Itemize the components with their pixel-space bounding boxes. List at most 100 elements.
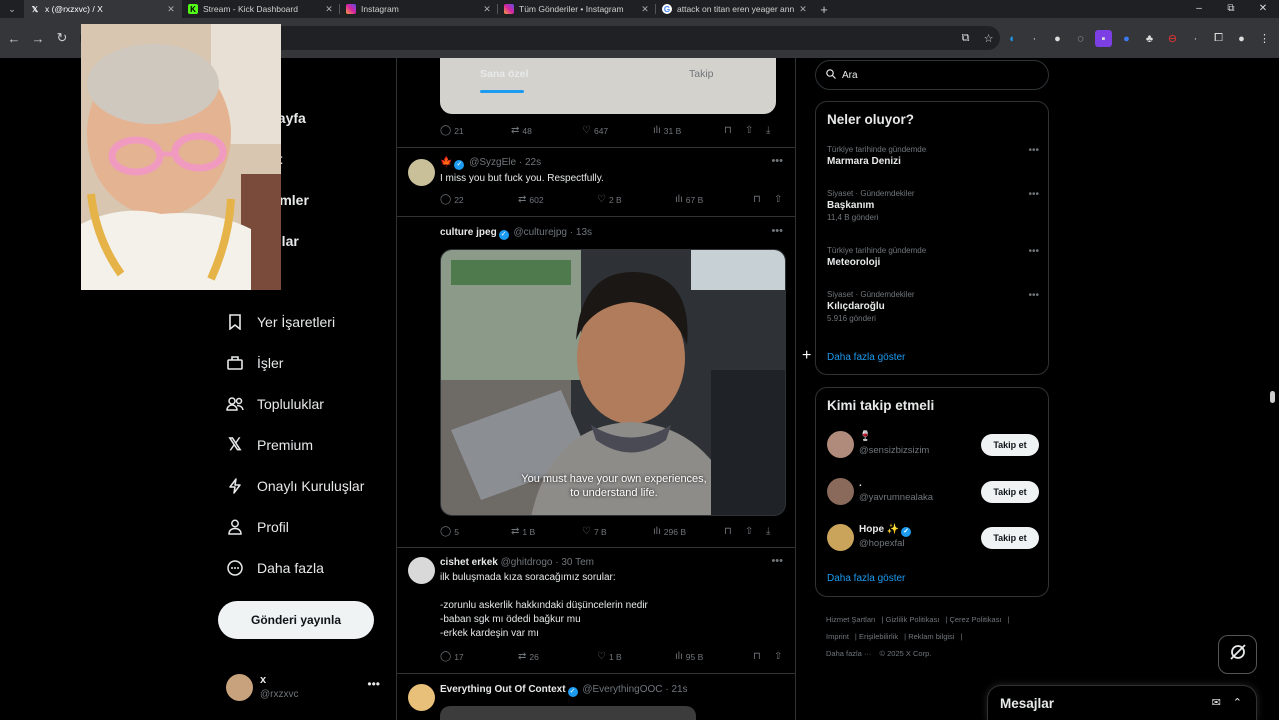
- bookmark-button[interactable]: ⊓: [724, 125, 732, 136]
- tweet[interactable]: 🍁 ✓ @SyzgEle · 22s ••• I miss you but fuc…: [397, 148, 795, 217]
- install-app-icon[interactable]: ⧉: [957, 30, 974, 47]
- extension-blue-icon[interactable]: ●: [1118, 30, 1135, 47]
- new-tab-button[interactable]: +: [814, 2, 834, 17]
- page-scrollbar[interactable]: [1270, 391, 1275, 403]
- extensions-puzzle-icon[interactable]: ⧠: [1210, 30, 1227, 47]
- repost-button[interactable]: ⇄ 26: [518, 651, 539, 662]
- extension-purple-icon[interactable]: ▪: [1095, 30, 1112, 47]
- footer-link-terms[interactable]: Hizmet Şartları: [826, 615, 876, 624]
- new-message-icon[interactable]: ✉: [1212, 696, 1221, 709]
- reply-button[interactable]: ◯ 17: [440, 651, 464, 662]
- tweet-handle[interactable]: @SyzgEle: [469, 157, 516, 168]
- tweet-handle[interactable]: @ghitdrogo: [501, 557, 553, 568]
- like-button[interactable]: ♡ 647: [582, 125, 608, 136]
- close-icon[interactable]: ✕: [166, 4, 176, 15]
- follow-button[interactable]: Takip et: [981, 434, 1039, 456]
- footer-link-cookies[interactable]: Çerez Politikası: [949, 615, 1001, 624]
- avatar[interactable]: [408, 159, 435, 186]
- trend-item[interactable]: Türkiye tarihinde gündemde Marmara Deniz…: [827, 145, 1039, 167]
- more-dots-icon[interactable]: •••: [367, 677, 380, 691]
- tweet-time[interactable]: 22s: [525, 157, 541, 168]
- repost-button[interactable]: ⇄ 1 B: [511, 526, 535, 537]
- views-button[interactable]: ılı 95 B: [675, 651, 703, 662]
- tweet-author-name[interactable]: cishet erkek: [440, 557, 498, 568]
- extension-grey-icon[interactable]: ◌: [1072, 30, 1089, 47]
- bookmark-button[interactable]: ⊓: [724, 526, 732, 537]
- close-icon[interactable]: ✕: [482, 4, 492, 15]
- nav-more[interactable]: Daha fazla: [226, 555, 324, 581]
- follow-button[interactable]: Takip et: [981, 481, 1039, 503]
- tweet[interactable]: Everything Out Of Context ✓ @EverythingOO…: [397, 674, 795, 720]
- share-button[interactable]: ⇧: [774, 651, 782, 662]
- restore-button[interactable]: ⧉: [1215, 0, 1247, 18]
- repost-button[interactable]: ⇄ 602: [518, 194, 544, 205]
- more-dots-icon[interactable]: •••: [1028, 145, 1039, 156]
- extension-red-icon[interactable]: ⊖: [1164, 30, 1181, 47]
- post-button[interactable]: Gönderi yayınla: [218, 601, 374, 639]
- tab-for-you[interactable]: Sana özel: [480, 68, 528, 80]
- tweet-author-name[interactable]: Everything Out Of Context: [440, 684, 566, 695]
- browser-tab-kick[interactable]: K Stream - Kick Dashboard ✕: [182, 0, 340, 18]
- forward-arrow-icon[interactable]: →: [26, 31, 50, 46]
- download-button[interactable]: ⤓: [766, 125, 770, 136]
- footer-link-accessibility[interactable]: Erişilebilirlik: [859, 632, 898, 641]
- who-to-follow-show-more-link[interactable]: Daha fazla göster: [827, 573, 905, 584]
- footer-link-imprint[interactable]: Imprint: [826, 632, 849, 641]
- more-dots-icon[interactable]: •••: [771, 155, 783, 167]
- reply-button[interactable]: ◯ 22: [440, 194, 464, 205]
- footer-link-more[interactable]: Daha fazla ···: [826, 649, 871, 658]
- more-dots-icon[interactable]: •••: [771, 555, 783, 567]
- messages-drawer[interactable]: Mesajlar ✉ ⌃: [987, 685, 1257, 720]
- search-input[interactable]: Ara: [815, 60, 1049, 90]
- tweet-author-name[interactable]: culture jpeg: [440, 227, 497, 238]
- tweet-handle[interactable]: @culturejpg: [513, 227, 567, 238]
- more-dots-icon[interactable]: •••: [1028, 246, 1039, 257]
- audio-extension-icon[interactable]: ◖: [1003, 30, 1020, 47]
- tweet[interactable]: culture jpeg ✓ @culturejpg · 13s ••• You…: [397, 217, 795, 548]
- reply-button[interactable]: ◯ 5: [440, 526, 459, 537]
- like-button[interactable]: ♡ 2 B: [597, 194, 622, 205]
- nav-profile[interactable]: Profil: [226, 514, 289, 540]
- close-icon[interactable]: ✕: [640, 4, 650, 15]
- views-button[interactable]: ılı 296 B: [653, 526, 686, 537]
- close-window-button[interactable]: ✕: [1247, 0, 1279, 18]
- bookmark-button[interactable]: ⊓: [753, 194, 761, 205]
- tweet-handle[interactable]: @EverythingOOC: [582, 684, 662, 695]
- follow-suggestion[interactable]: . @yavrumnealaka Takip et: [827, 478, 1039, 508]
- tweet-time[interactable]: 30 Tem: [561, 557, 594, 568]
- grok-button[interactable]: [1218, 635, 1257, 674]
- extension-blank-icon[interactable]: ·: [1026, 30, 1043, 47]
- views-button[interactable]: ılı 31 B: [653, 125, 681, 136]
- bookmark-star-icon[interactable]: ☆: [980, 30, 997, 47]
- chevron-up-icon[interactable]: ⌃: [1233, 696, 1242, 709]
- minimize-button[interactable]: –: [1183, 0, 1215, 18]
- close-icon[interactable]: ✕: [798, 4, 808, 15]
- share-button[interactable]: ⇧: [745, 526, 753, 537]
- share-button[interactable]: ⇧: [774, 194, 782, 205]
- footer-link-privacy[interactable]: Gizlilik Politikası: [886, 615, 940, 624]
- avatar[interactable]: [827, 524, 854, 551]
- like-button[interactable]: ♡ 7 B: [582, 526, 607, 537]
- avatar[interactable]: [827, 431, 854, 458]
- back-arrow-icon[interactable]: ←: [2, 31, 26, 46]
- browser-tab-google[interactable]: G attack on titan eren yeager ann ✕: [656, 0, 814, 18]
- close-icon[interactable]: ✕: [324, 4, 334, 15]
- tweet-video[interactable]: You must have your own experiences, to u…: [440, 249, 786, 516]
- tweet-time[interactable]: 21s: [671, 684, 687, 695]
- follow-button[interactable]: Takip et: [981, 527, 1039, 549]
- more-dots-icon[interactable]: •••: [771, 225, 783, 237]
- follow-suggestion[interactable]: 🍷 @sensizbizsizim Takip et: [827, 431, 1039, 461]
- account-switcher[interactable]: x @rxzxvc •••: [226, 674, 386, 704]
- reply-button[interactable]: ◯ 21: [440, 125, 464, 136]
- tab-search-icon[interactable]: ⌄: [0, 0, 24, 18]
- bookmark-button[interactable]: ⊓: [753, 651, 761, 662]
- avatar[interactable]: [827, 478, 854, 505]
- tweet-time[interactable]: 13s: [576, 227, 592, 238]
- trends-show-more-link[interactable]: Daha fazla göster: [827, 352, 905, 363]
- nav-jobs[interactable]: İşler: [226, 350, 283, 376]
- trend-item[interactable]: Türkiye tarihinde gündemde Meteoroloji •…: [827, 246, 1039, 268]
- nav-communities[interactable]: Topluluklar: [226, 391, 324, 417]
- more-dots-icon[interactable]: •••: [1028, 189, 1039, 200]
- nav-premium[interactable]: 𝕏 Premium: [226, 432, 313, 458]
- extension-circle-icon[interactable]: ●: [1049, 30, 1066, 47]
